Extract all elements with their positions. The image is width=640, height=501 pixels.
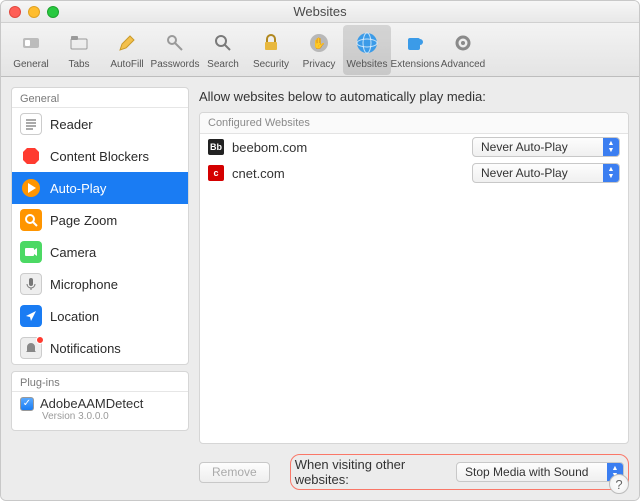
sidebar-item-notifications[interactable]: Notifications: [12, 332, 188, 364]
minimize-window-button[interactable]: [28, 6, 40, 18]
tab-general[interactable]: General: [7, 25, 55, 75]
tabs-icon: [65, 29, 93, 57]
chevron-updown-icon: ▲▼: [603, 164, 619, 182]
other-websites-select[interactable]: Stop Media with Sound ▲▼: [456, 462, 624, 482]
plugin-label: AdobeAAMDetect: [40, 396, 143, 411]
chevron-updown-icon: ▲▼: [603, 138, 619, 156]
plugin-enabled-checkbox[interactable]: ✓: [20, 397, 34, 411]
gear-icon: [449, 29, 477, 57]
tab-search[interactable]: Search: [199, 25, 247, 75]
notification-badge: [36, 336, 44, 344]
help-button[interactable]: ?: [609, 474, 629, 494]
reader-icon: [20, 113, 42, 135]
tab-security[interactable]: Security: [247, 25, 295, 75]
table-row[interactable]: c cnet.com Never Auto-Play ▲▼: [200, 160, 628, 186]
sidebar-group-title: Plug-ins: [12, 372, 188, 392]
sidebar-item-page-zoom[interactable]: Page Zoom: [12, 204, 188, 236]
sidebar: General Reader Content Blockers Auto-Pla…: [11, 87, 189, 490]
remove-button[interactable]: Remove: [199, 462, 270, 483]
zoom-icon: [20, 209, 42, 231]
favicon-icon: c: [208, 165, 224, 181]
window-title: Websites: [1, 4, 639, 19]
other-websites-label: When visiting other websites:: [295, 457, 450, 487]
puzzle-icon: [401, 29, 429, 57]
preferences-toolbar: General Tabs AutoFill Passwords Search S…: [1, 23, 639, 77]
lock-icon: [257, 29, 285, 57]
globe-icon: [353, 29, 381, 57]
sidebar-item-auto-play[interactable]: Auto-Play: [12, 172, 188, 204]
svg-text:✋: ✋: [312, 37, 326, 50]
close-window-button[interactable]: [9, 6, 21, 18]
plugin-version: Version 3.0.0.0: [20, 411, 180, 422]
tab-extensions[interactable]: Extensions: [391, 25, 439, 75]
sidebar-item-reader[interactable]: Reader: [12, 108, 188, 140]
tab-tabs[interactable]: Tabs: [55, 25, 103, 75]
camera-icon: [20, 241, 42, 263]
sidebar-group-title: General: [12, 88, 188, 108]
location-icon: [20, 305, 42, 327]
search-icon: [209, 29, 237, 57]
stop-icon: [20, 145, 42, 167]
sidebar-item-location[interactable]: Location: [12, 300, 188, 332]
titlebar: Websites: [1, 1, 639, 23]
sidebar-group-general: General Reader Content Blockers Auto-Pla…: [11, 87, 189, 365]
instruction-text: Allow websites below to automatically pl…: [199, 89, 629, 104]
autoplay-setting-select[interactable]: Never Auto-Play ▲▼: [472, 137, 620, 157]
microphone-icon: [20, 273, 42, 295]
sidebar-group-plugins: Plug-ins ✓ AdobeAAMDetect Version 3.0.0.…: [11, 371, 189, 431]
content-area: General Reader Content Blockers Auto-Pla…: [1, 77, 639, 500]
hand-icon: ✋: [305, 29, 333, 57]
plugin-item[interactable]: ✓ AdobeAAMDetect Version 3.0.0.0: [12, 392, 188, 430]
preferences-window: Websites General Tabs AutoFill Passwords…: [0, 0, 640, 501]
website-domain: cnet.com: [232, 166, 464, 181]
sidebar-item-content-blockers[interactable]: Content Blockers: [12, 140, 188, 172]
website-domain: beebom.com: [232, 140, 464, 155]
zoom-window-button[interactable]: [47, 6, 59, 18]
switch-icon: [17, 29, 45, 57]
box-header: Configured Websites: [200, 113, 628, 134]
bottom-bar: Remove When visiting other websites: Sto…: [199, 454, 629, 490]
tab-websites[interactable]: Websites: [343, 25, 391, 75]
autoplay-setting-select[interactable]: Never Auto-Play ▲▼: [472, 163, 620, 183]
highlighted-option: When visiting other websites: Stop Media…: [290, 454, 629, 490]
play-icon: [20, 177, 42, 199]
configured-websites-box: Configured Websites Bb beebom.com Never …: [199, 112, 629, 444]
website-list: Bb beebom.com Never Auto-Play ▲▼ c cnet.…: [200, 134, 628, 443]
tab-passwords[interactable]: Passwords: [151, 25, 199, 75]
sidebar-item-camera[interactable]: Camera: [12, 236, 188, 268]
main-panel: Allow websites below to automatically pl…: [199, 87, 629, 490]
tab-autofill[interactable]: AutoFill: [103, 25, 151, 75]
table-row[interactable]: Bb beebom.com Never Auto-Play ▲▼: [200, 134, 628, 160]
favicon-icon: Bb: [208, 139, 224, 155]
window-controls: [9, 6, 59, 18]
sidebar-item-microphone[interactable]: Microphone: [12, 268, 188, 300]
pencil-icon: [113, 29, 141, 57]
tab-advanced[interactable]: Advanced: [439, 25, 487, 75]
tab-privacy[interactable]: ✋ Privacy: [295, 25, 343, 75]
key-icon: [161, 29, 189, 57]
